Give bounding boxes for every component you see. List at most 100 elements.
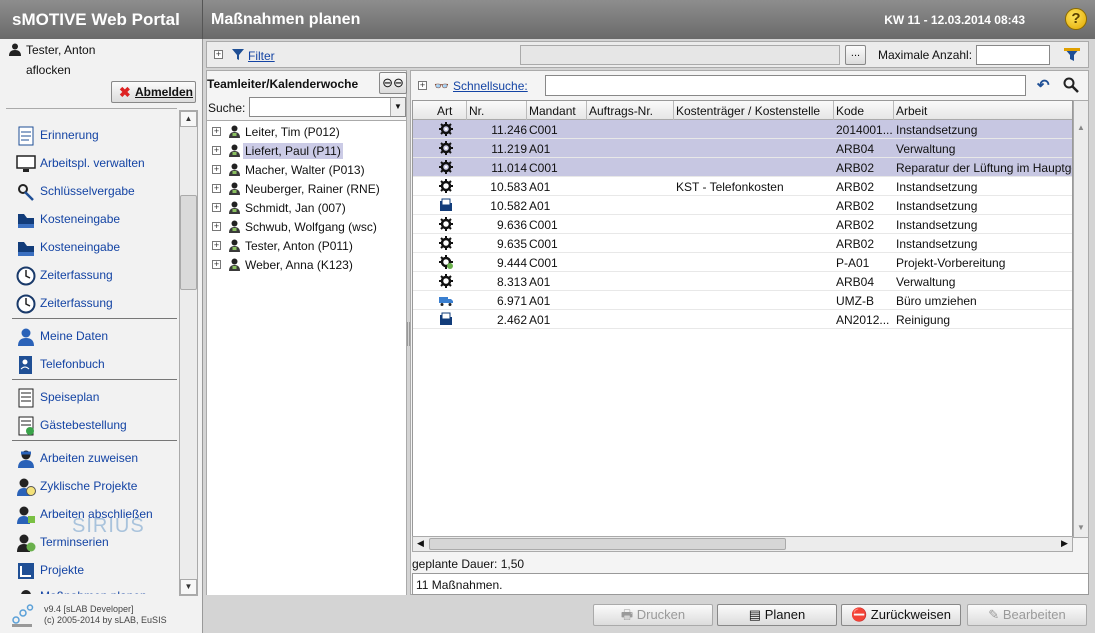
table-cell-arbeit: Projekt-Vorbereitung: [896, 256, 1006, 270]
folder-icon: [440, 198, 452, 211]
sidebar-item[interactable]: Schlüsselvergabe: [14, 182, 176, 204]
scroll-down-icon[interactable]: ▼: [1077, 523, 1085, 532]
tree-item[interactable]: + Schwub, Wolfgang (wsc): [207, 217, 406, 236]
table-cell-nr: 9.635: [496, 237, 527, 251]
tree-item[interactable]: + Schmidt, Jan (007): [207, 198, 406, 217]
column-header[interactable]: Arbeit: [894, 101, 1072, 120]
table-cell-nr: 11.219: [491, 142, 527, 156]
expand-node-icon[interactable]: +: [212, 222, 221, 231]
column-header[interactable]: Auftrags-Nr.: [587, 101, 674, 120]
table-row[interactable]: 11.014 C001 ARB02 Reparatur der Lüftung im …: [413, 158, 1072, 177]
tree-item-label: Liefert, Paul (P11): [243, 143, 343, 159]
edit-button[interactable]: ✎ Bearbeiten: [967, 604, 1087, 626]
table-cell-nr: 10.582: [490, 199, 527, 213]
sidebar-item[interactable]: Erinnerung: [14, 126, 176, 148]
search-icon[interactable]: [1063, 77, 1079, 93]
expand-node-icon[interactable]: +: [212, 127, 221, 136]
sidebar-item[interactable]: Speiseplan: [14, 388, 176, 410]
tree-item-label: Weber, Anna (K123): [245, 258, 353, 272]
help-icon[interactable]: ?: [1065, 8, 1087, 30]
sidebar-item[interactable]: Meine Daten: [14, 327, 176, 349]
expand-quicksearch-icon[interactable]: +: [418, 81, 427, 90]
team-panel-header: Teamleiter/Kalenderwoche: [207, 77, 359, 91]
column-header[interactable]: Kode: [834, 101, 894, 120]
print-button[interactable]: 🖶 Drucken: [593, 604, 713, 626]
table-row[interactable]: 2.462 A01 AN2012... Reinigung: [413, 310, 1072, 329]
horizontal-scroll-thumb[interactable]: [429, 538, 786, 550]
sidebar-item[interactable]: Projekte: [14, 561, 176, 583]
gear-icon: [439, 236, 453, 250]
sidebar-item-label: Meine Daten: [40, 329, 109, 343]
table-row[interactable]: 10.583 A01 KST - Telefonkosten ARB02 Instand…: [413, 177, 1072, 196]
scroll-right-icon[interactable]: ▶: [1061, 538, 1068, 549]
sidebar-item[interactable]: Maßnahmen planen: [14, 587, 176, 594]
quicksearch-input[interactable]: [545, 75, 1026, 96]
tree-item[interactable]: + Neuberger, Rainer (RNE): [207, 179, 406, 198]
table-row[interactable]: 11.246 C001 2014001... Instandsetzung: [413, 120, 1072, 139]
filter-more-button[interactable]: ...: [845, 45, 866, 65]
user-name: Tester, Anton: [26, 43, 96, 57]
binoculars-button[interactable]: ⊖⊖: [379, 72, 407, 94]
sidebar-item-label: Speiseplan: [40, 390, 100, 404]
logout-button[interactable]: ✖ Abmelden: [111, 81, 196, 103]
filter-link[interactable]: Filter: [248, 49, 275, 63]
table-row[interactable]: 9.635 C001 ARB02 Instandsetzung: [413, 234, 1072, 253]
scroll-up-button[interactable]: ▲: [180, 111, 197, 127]
tree-item[interactable]: + Leiter, Tim (P012): [207, 122, 406, 141]
undo-icon[interactable]: ↶: [1037, 76, 1050, 94]
expand-node-icon[interactable]: +: [212, 241, 221, 250]
grid-horizontal-scrollbar[interactable]: ◀ ▶: [412, 536, 1073, 552]
tree-item[interactable]: + Macher, Walter (P013): [207, 160, 406, 179]
table-cell-arbeit: Instandsetzung: [896, 123, 978, 137]
scroll-up-icon[interactable]: ▲: [1077, 123, 1085, 132]
expand-node-icon[interactable]: +: [212, 260, 221, 269]
apply-filter-icon[interactable]: [1064, 47, 1080, 62]
sidebar-item[interactable]: Telefonbuch: [14, 355, 176, 377]
max-count-input[interactable]: [976, 45, 1050, 65]
team-search-input[interactable]: ▼: [249, 97, 406, 117]
table-row[interactable]: 10.582 A01 ARB02 Instandsetzung: [413, 196, 1072, 215]
chevron-down-icon[interactable]: ▼: [390, 98, 405, 116]
scroll-down-button[interactable]: ▼: [180, 579, 197, 595]
table-cell-mandant: A01: [529, 199, 551, 213]
expand-node-icon[interactable]: +: [212, 146, 221, 155]
table-row[interactable]: 9.636 C001 ARB02 Instandsetzung: [413, 215, 1072, 234]
tree-item[interactable]: + Weber, Anna (K123): [207, 255, 406, 274]
sidebar-item[interactable]: Zyklische Projekte: [14, 477, 176, 499]
table-row[interactable]: 8.313 A01 ARB04 Verwaltung: [413, 272, 1072, 291]
scroll-thumb[interactable]: [180, 195, 197, 290]
sidebar-scrollbar[interactable]: ▲ ▼: [179, 110, 198, 596]
sidebar-item[interactable]: Zeiterfassung: [14, 294, 176, 316]
column-header[interactable]: Kostenträger / Kostenstelle: [674, 101, 834, 120]
column-header[interactable]: Nr.: [467, 101, 527, 120]
sidebar-item[interactable]: Zeiterfassung: [14, 266, 176, 288]
gear-icon: [439, 274, 453, 288]
quicksearch-link[interactable]: Schnellsuche:: [453, 79, 528, 93]
plan-button[interactable]: ▤ Planen: [717, 604, 837, 626]
sidebar-item[interactable]: Gästebestellung: [14, 416, 176, 438]
scroll-left-icon[interactable]: ◀: [417, 538, 424, 549]
sidebar-item[interactable]: Kosteneingabe: [14, 238, 176, 260]
expand-node-icon[interactable]: +: [212, 165, 221, 174]
measures-grid: Art Nr. Mandant Auftrags-Nr. Kostenträger / …: [412, 100, 1073, 538]
table-cell-nr: 6.971: [496, 294, 527, 308]
sidebar-item[interactable]: Arbeitspl. verwalten: [14, 154, 176, 176]
table-row[interactable]: 11.219 A01 ARB04 Verwaltung: [413, 139, 1072, 158]
sidebar-item[interactable]: Arbeiten zuweisen: [14, 449, 176, 471]
sidebar-item[interactable]: Kosteneingabe: [14, 210, 176, 232]
tree-item[interactable]: + Liefert, Paul (P11): [207, 141, 406, 160]
column-header[interactable]: Mandant: [527, 101, 587, 120]
reject-button[interactable]: ⛔ Zurückweisen: [841, 604, 961, 626]
expand-node-icon[interactable]: +: [212, 184, 221, 193]
column-header[interactable]: Art: [435, 101, 467, 120]
table-cell-nr: 9.636: [496, 218, 527, 232]
person-icon: [229, 182, 240, 195]
tree-item[interactable]: + Tester, Anton (P011): [207, 236, 406, 255]
table-row[interactable]: 6.971 A01 UMZ-B Büro umziehen: [413, 291, 1072, 310]
sidebar-item-label: Schlüsselvergabe: [40, 184, 135, 198]
table-cell-arbeit: Instandsetzung: [896, 199, 978, 213]
expand-node-icon[interactable]: +: [212, 203, 221, 212]
grid-vertical-scrollbar[interactable]: ▲ ▼: [1073, 100, 1089, 538]
expand-filter-icon[interactable]: +: [214, 50, 223, 59]
table-row[interactable]: 9.444 C001 P-A01 Projekt-Vorbereitung: [413, 253, 1072, 272]
